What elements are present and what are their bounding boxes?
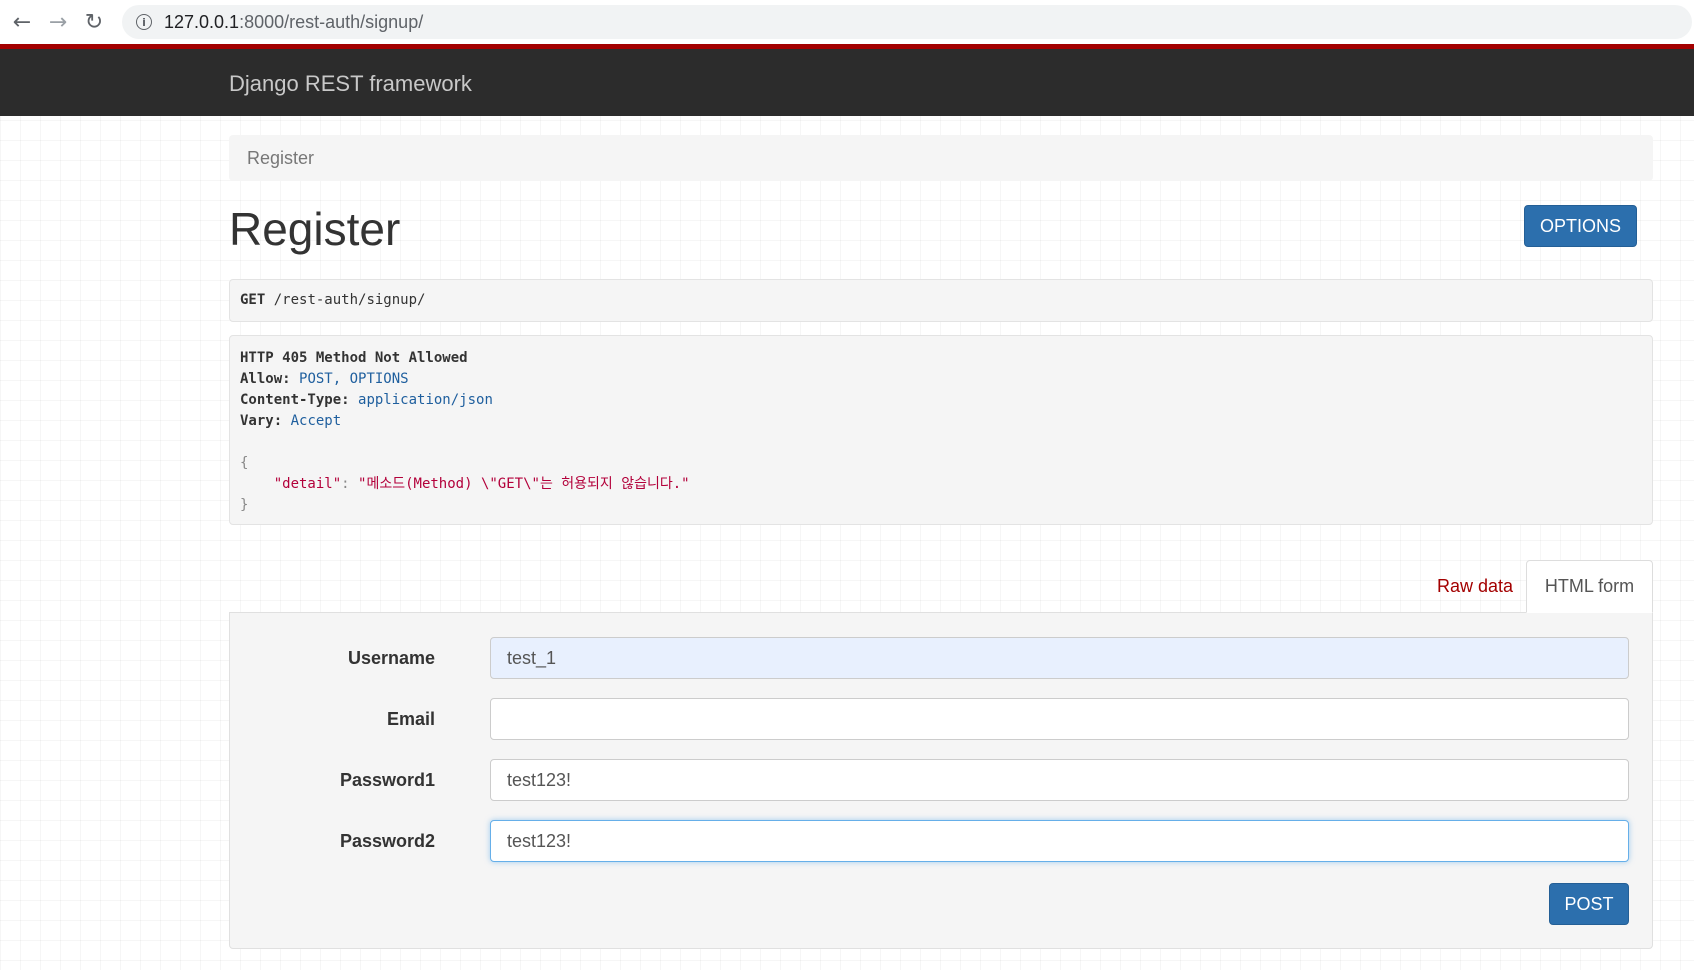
header-value: application/json — [358, 392, 493, 408]
header-key: Vary: — [240, 413, 283, 429]
brand-link[interactable]: Django REST framework — [229, 71, 472, 97]
address-bar[interactable]: i 127.0.0.1:8000/rest-auth/signup/ — [122, 5, 1692, 39]
url-host: 127.0.0.1 — [164, 11, 240, 32]
response-info: HTTP 405 Method Not Allowed Allow: POST,… — [229, 335, 1653, 525]
json-open-brace: { — [240, 455, 249, 471]
request-method: GET — [240, 292, 266, 308]
header-key: Content-Type: — [240, 392, 350, 408]
top-navbar: Django REST framework — [0, 44, 1694, 116]
reload-icon[interactable]: ↻ — [76, 4, 112, 40]
json-value: "메소드(Method) \"GET\"는 허용되지 않습니다." — [358, 476, 690, 492]
json-key: "detail" — [273, 476, 342, 492]
site-info-icon[interactable]: i — [136, 14, 152, 30]
browser-toolbar: ← → ↻ i 127.0.0.1:8000/rest-auth/signup/ — [0, 0, 1694, 44]
post-button[interactable]: POST — [1549, 883, 1629, 925]
password2-input[interactable] — [490, 820, 1629, 862]
request-info: GET /rest-auth/signup/ — [229, 279, 1653, 322]
email-label: Email — [386, 709, 435, 729]
forward-arrow-icon[interactable]: → — [40, 4, 76, 40]
back-arrow-icon[interactable]: ← — [4, 4, 40, 40]
username-input[interactable] — [490, 637, 1629, 679]
options-button[interactable]: OPTIONS — [1524, 205, 1637, 247]
json-separator: : — [341, 476, 359, 492]
header-key: Allow: — [240, 371, 291, 387]
html-form-panel: Username Email Password1 Password2 POST — [229, 612, 1653, 949]
password1-input[interactable] — [490, 759, 1629, 801]
page-title: Register — [229, 203, 401, 255]
response-status: HTTP 405 Method Not Allowed — [240, 350, 468, 366]
json-close-brace: } — [240, 497, 249, 513]
header-value: POST, OPTIONS — [299, 371, 409, 387]
username-label: Username — [347, 648, 435, 668]
tab-html-form[interactable]: HTML form — [1526, 560, 1653, 613]
url-path: :8000/rest-auth/signup/ — [239, 11, 424, 32]
password1-label: Password1 — [339, 770, 435, 790]
breadcrumb-item-register[interactable]: Register — [247, 148, 314, 168]
tab-raw-data[interactable]: Raw data — [1419, 560, 1531, 612]
header-value: Accept — [290, 413, 342, 429]
request-path: /rest-auth/signup/ — [273, 292, 426, 308]
breadcrumb: Register — [229, 135, 1653, 181]
password2-label: Password2 — [339, 831, 435, 851]
email-input[interactable] — [490, 698, 1629, 740]
